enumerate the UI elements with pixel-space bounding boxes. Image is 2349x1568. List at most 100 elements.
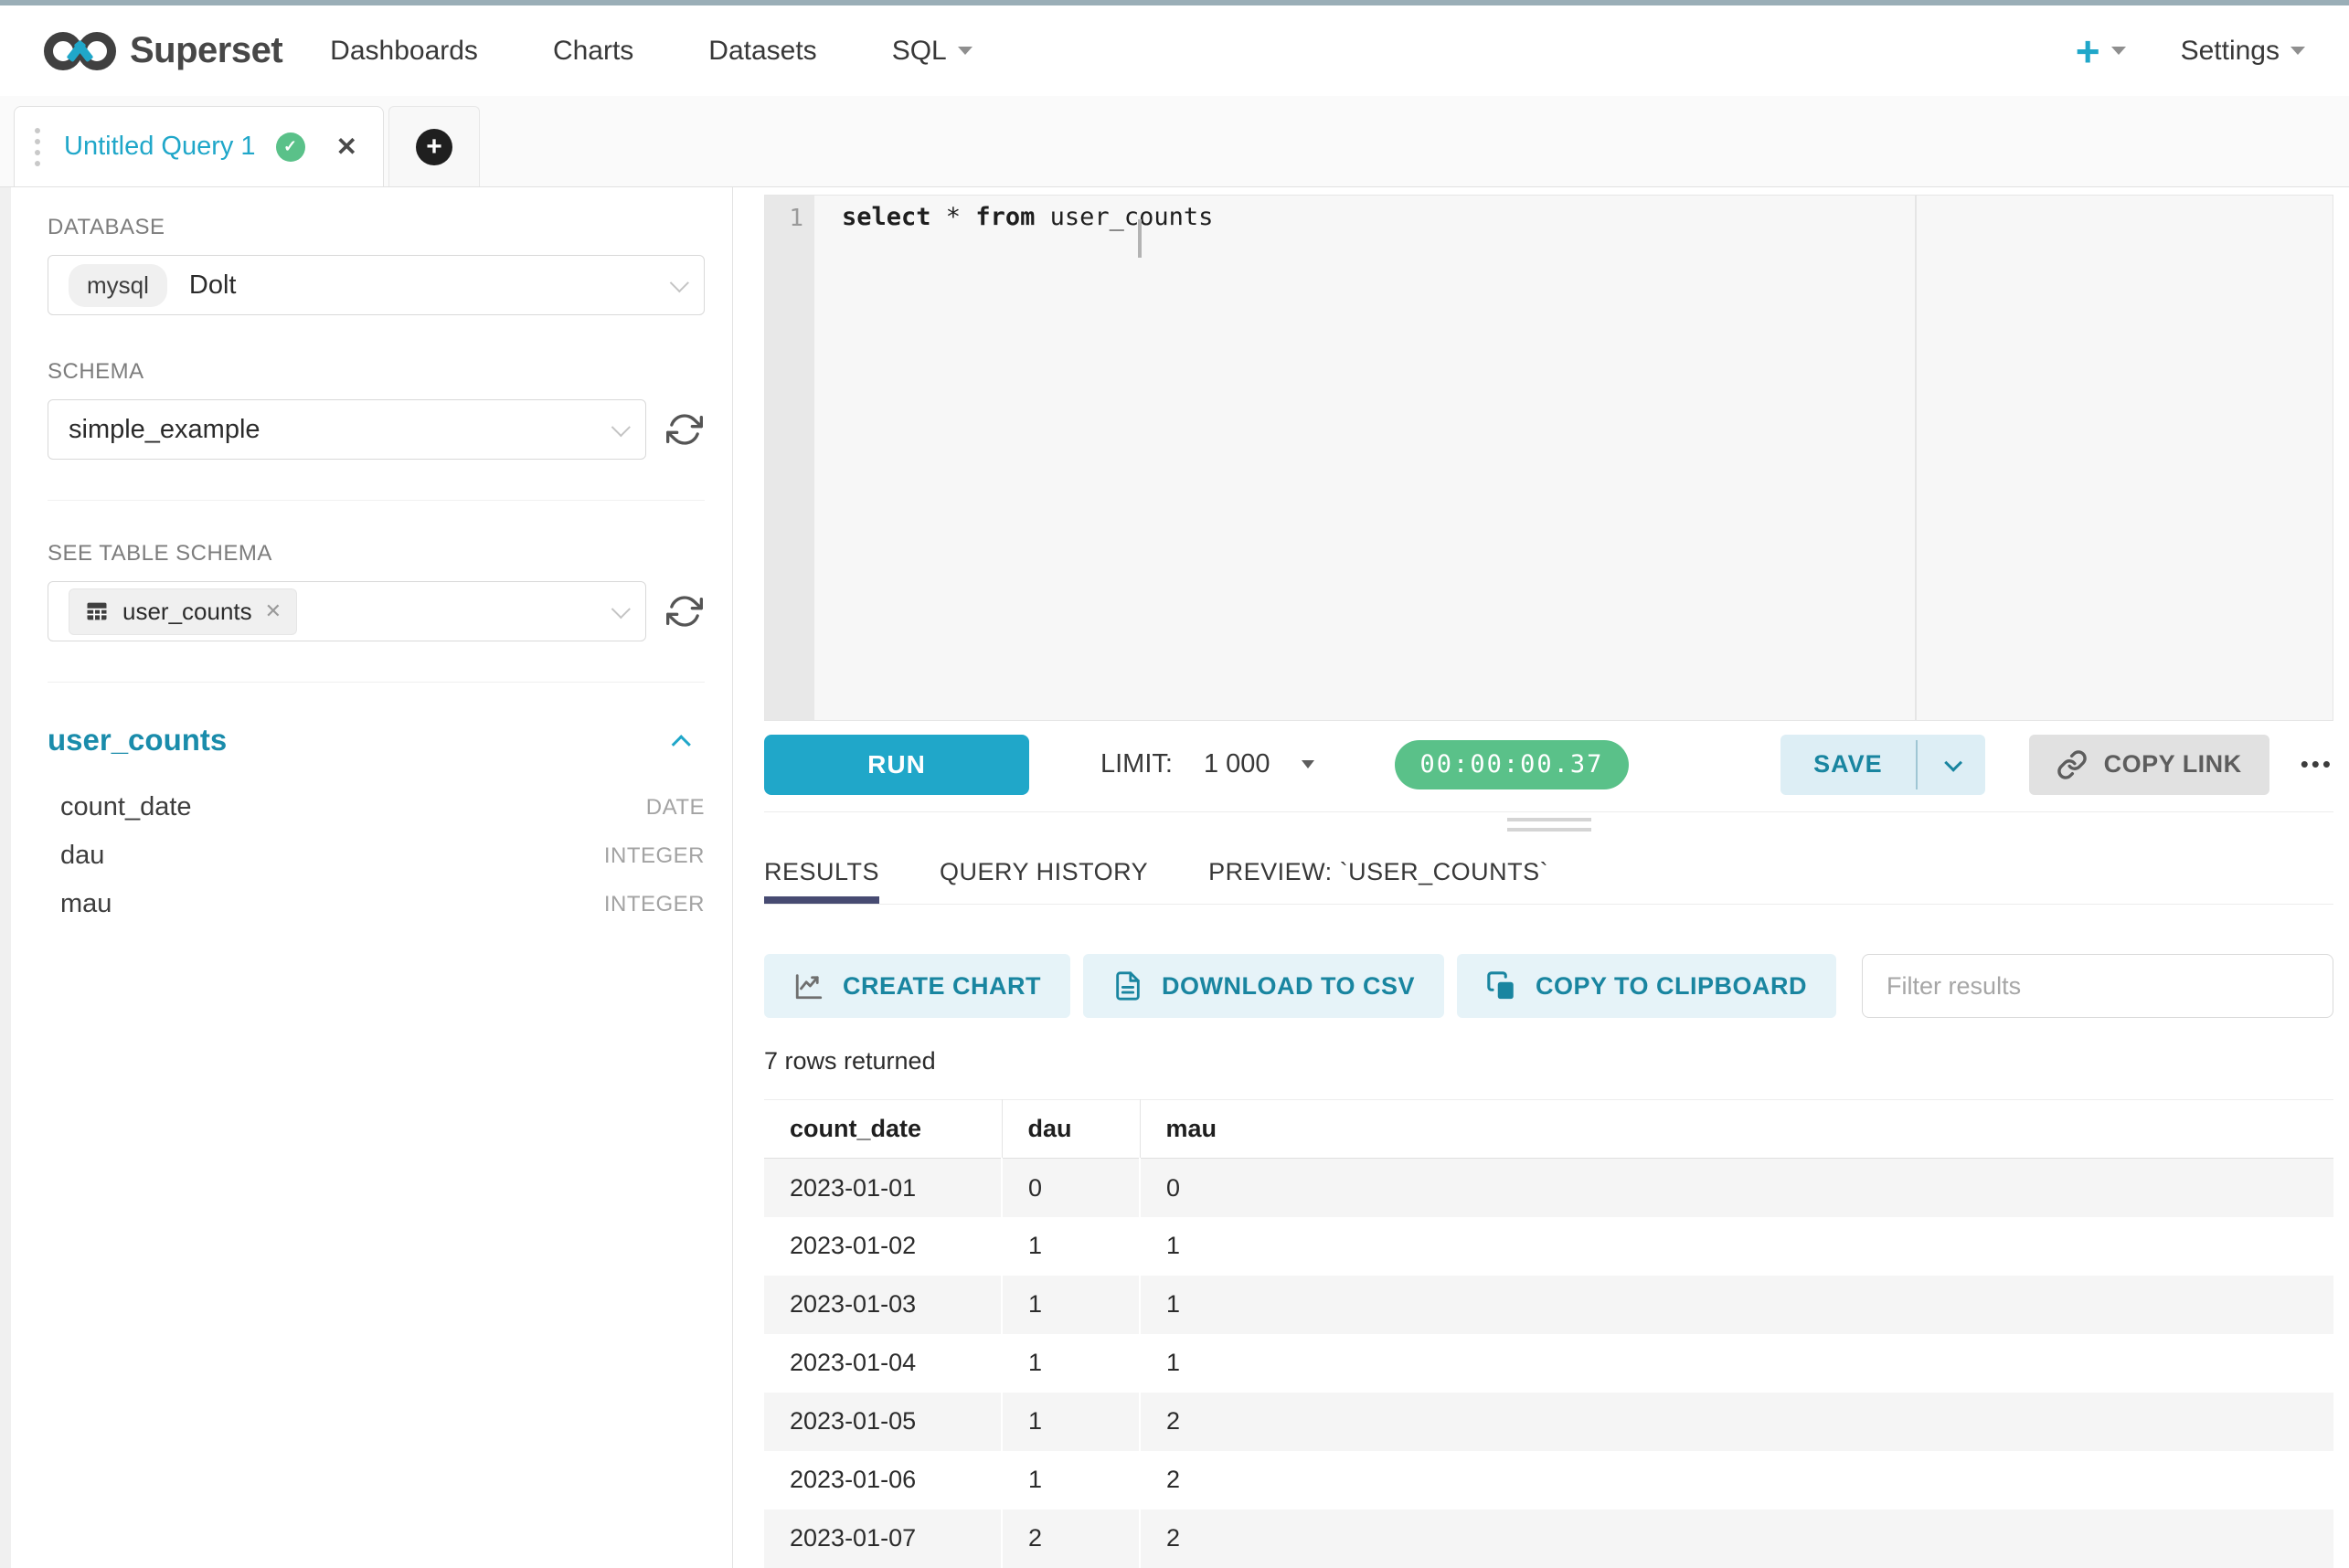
cell: 2023-01-05 [764, 1393, 1002, 1451]
table-row: 2023-01-06 1 2 [764, 1451, 2333, 1510]
table-tag: user_counts ✕ [69, 588, 297, 635]
copy-clipboard-button[interactable]: COPY TO CLIPBOARD [1457, 954, 1836, 1018]
column-name: mau [60, 889, 112, 919]
cell: 1 [1140, 1334, 2333, 1393]
copy-link-label: COPY LINK [2104, 750, 2242, 779]
save-split-button: SAVE [1780, 735, 1985, 795]
table-schema-title[interactable]: user_counts [48, 723, 227, 758]
results-table: count_date dau mau 2023-01-01 0 0 2023-0… [764, 1099, 2333, 1568]
plus-icon: + [2076, 30, 2100, 72]
nav-item-dashboards[interactable]: Dashboards [330, 36, 478, 67]
create-chart-label: CREATE CHART [843, 972, 1041, 1001]
remove-icon[interactable]: ✕ [265, 599, 282, 623]
cell: 1 [1002, 1334, 1140, 1393]
cell: 1 [1002, 1451, 1140, 1510]
filter-results-input[interactable] [1862, 954, 2333, 1018]
column-row: count_date DATE [48, 783, 705, 832]
query-tabstrip: Untitled Query 1 ✓ ✕ + [0, 96, 2349, 187]
resize-handle[interactable] [1507, 818, 1591, 832]
settings-menu[interactable]: Settings [2181, 36, 2305, 67]
table-row: 2023-01-01 0 0 [764, 1159, 2333, 1217]
copy-link-button[interactable]: COPY LINK [2029, 735, 2269, 795]
refresh-icon [666, 593, 703, 630]
column-header-count-date[interactable]: count_date [764, 1100, 1002, 1159]
cell: 1 [1002, 1393, 1140, 1451]
chevron-down-icon [670, 273, 689, 292]
rows-returned-text: 7 rows returned [764, 1047, 2333, 1075]
schema-label: SCHEMA [48, 359, 705, 385]
sql-code-area[interactable]: select * from user_counts [814, 196, 2333, 720]
column-type: DATE [646, 795, 705, 821]
add-tab-button[interactable]: + [388, 106, 480, 186]
divider [48, 682, 705, 683]
download-csv-label: DOWNLOAD TO CSV [1162, 972, 1415, 1001]
settings-label: Settings [2181, 36, 2280, 67]
line-number: 1 [789, 205, 803, 232]
run-button[interactable]: RUN [764, 735, 1029, 795]
table-row: 2023-01-03 1 1 [764, 1276, 2333, 1334]
cell: 2023-01-07 [764, 1510, 1002, 1568]
cell: 2 [1140, 1393, 2333, 1451]
create-chart-button[interactable]: CREATE CHART [764, 954, 1070, 1018]
link-icon [2057, 749, 2088, 780]
query-tab-title: Untitled Query 1 [64, 132, 256, 162]
query-tab-active[interactable]: Untitled Query 1 ✓ ✕ [14, 106, 384, 186]
editor-print-margin [1915, 196, 1917, 720]
nav-item-charts[interactable]: Charts [553, 36, 633, 67]
column-type: INTEGER [604, 892, 705, 917]
cell: 2023-01-03 [764, 1276, 1002, 1334]
cell: 1 [1140, 1217, 2333, 1276]
cell: 2023-01-06 [764, 1451, 1002, 1510]
cell: 2 [1140, 1510, 2333, 1568]
sql-text: user_c [1035, 203, 1139, 231]
nav-item-sql[interactable]: SQL [892, 36, 973, 67]
limit-label: LIMIT: [1100, 749, 1173, 779]
caret-down-icon [2111, 47, 2126, 55]
database-select[interactable]: mysql Dolt [48, 255, 705, 315]
nav-item-datasets[interactable]: Datasets [708, 36, 816, 67]
save-button[interactable]: SAVE [1780, 735, 1916, 795]
schema-value: simple_example [69, 415, 260, 445]
database-name: Dolt [189, 270, 237, 301]
save-options-button[interactable] [1918, 735, 1985, 795]
collapse-icon[interactable] [672, 735, 691, 754]
nav-label: Charts [553, 36, 633, 67]
cell: 2023-01-04 [764, 1334, 1002, 1393]
close-icon[interactable]: ✕ [336, 132, 357, 162]
schema-select[interactable]: simple_example [48, 399, 646, 460]
tab-preview[interactable]: PREVIEW: `USER_COUNTS` [1208, 840, 1548, 905]
download-csv-button[interactable]: DOWNLOAD TO CSV [1083, 954, 1444, 1018]
table-row: 2023-01-02 1 1 [764, 1217, 2333, 1276]
cell: 0 [1002, 1159, 1140, 1217]
query-timer-badge: 00:00:00.37 [1395, 740, 1630, 789]
superset-logo[interactable]: Superset [44, 29, 282, 73]
sql-editor[interactable]: 1 select * from user_counts [764, 195, 2333, 721]
table-icon [84, 599, 110, 624]
refresh-icon [666, 411, 703, 448]
limit-dropdown[interactable]: LIMIT: 1 000 [1100, 749, 1314, 779]
copy-icon [1486, 970, 1517, 1001]
divider [48, 500, 705, 501]
more-options-button[interactable]: ••• [2301, 750, 2333, 779]
new-item-button[interactable]: + [2076, 30, 2126, 72]
superset-logo-icon [44, 29, 117, 73]
refresh-tables-button[interactable] [664, 591, 705, 631]
column-header-dau[interactable]: dau [1002, 1100, 1140, 1159]
caret-down-icon [2291, 47, 2305, 55]
column-header-mau[interactable]: mau [1140, 1100, 2333, 1159]
cell: 2023-01-01 [764, 1159, 1002, 1217]
cell: 2 [1140, 1451, 2333, 1510]
drag-handle-icon[interactable] [35, 128, 40, 166]
refresh-schemas-button[interactable] [664, 409, 705, 450]
sql-text: * [931, 203, 976, 231]
chevron-down-icon [1944, 754, 1962, 772]
table-select[interactable]: user_counts ✕ [48, 581, 646, 641]
table-row: 2023-01-07 2 2 [764, 1510, 2333, 1568]
cell: 2 [1002, 1510, 1140, 1568]
nav-label: SQL [892, 36, 947, 67]
tab-query-history[interactable]: QUERY HISTORY [940, 840, 1148, 905]
cell: 0 [1140, 1159, 2333, 1217]
tab-results[interactable]: RESULTS [764, 840, 879, 905]
limit-value: 1 000 [1204, 749, 1270, 779]
caret-down-icon [958, 47, 973, 55]
